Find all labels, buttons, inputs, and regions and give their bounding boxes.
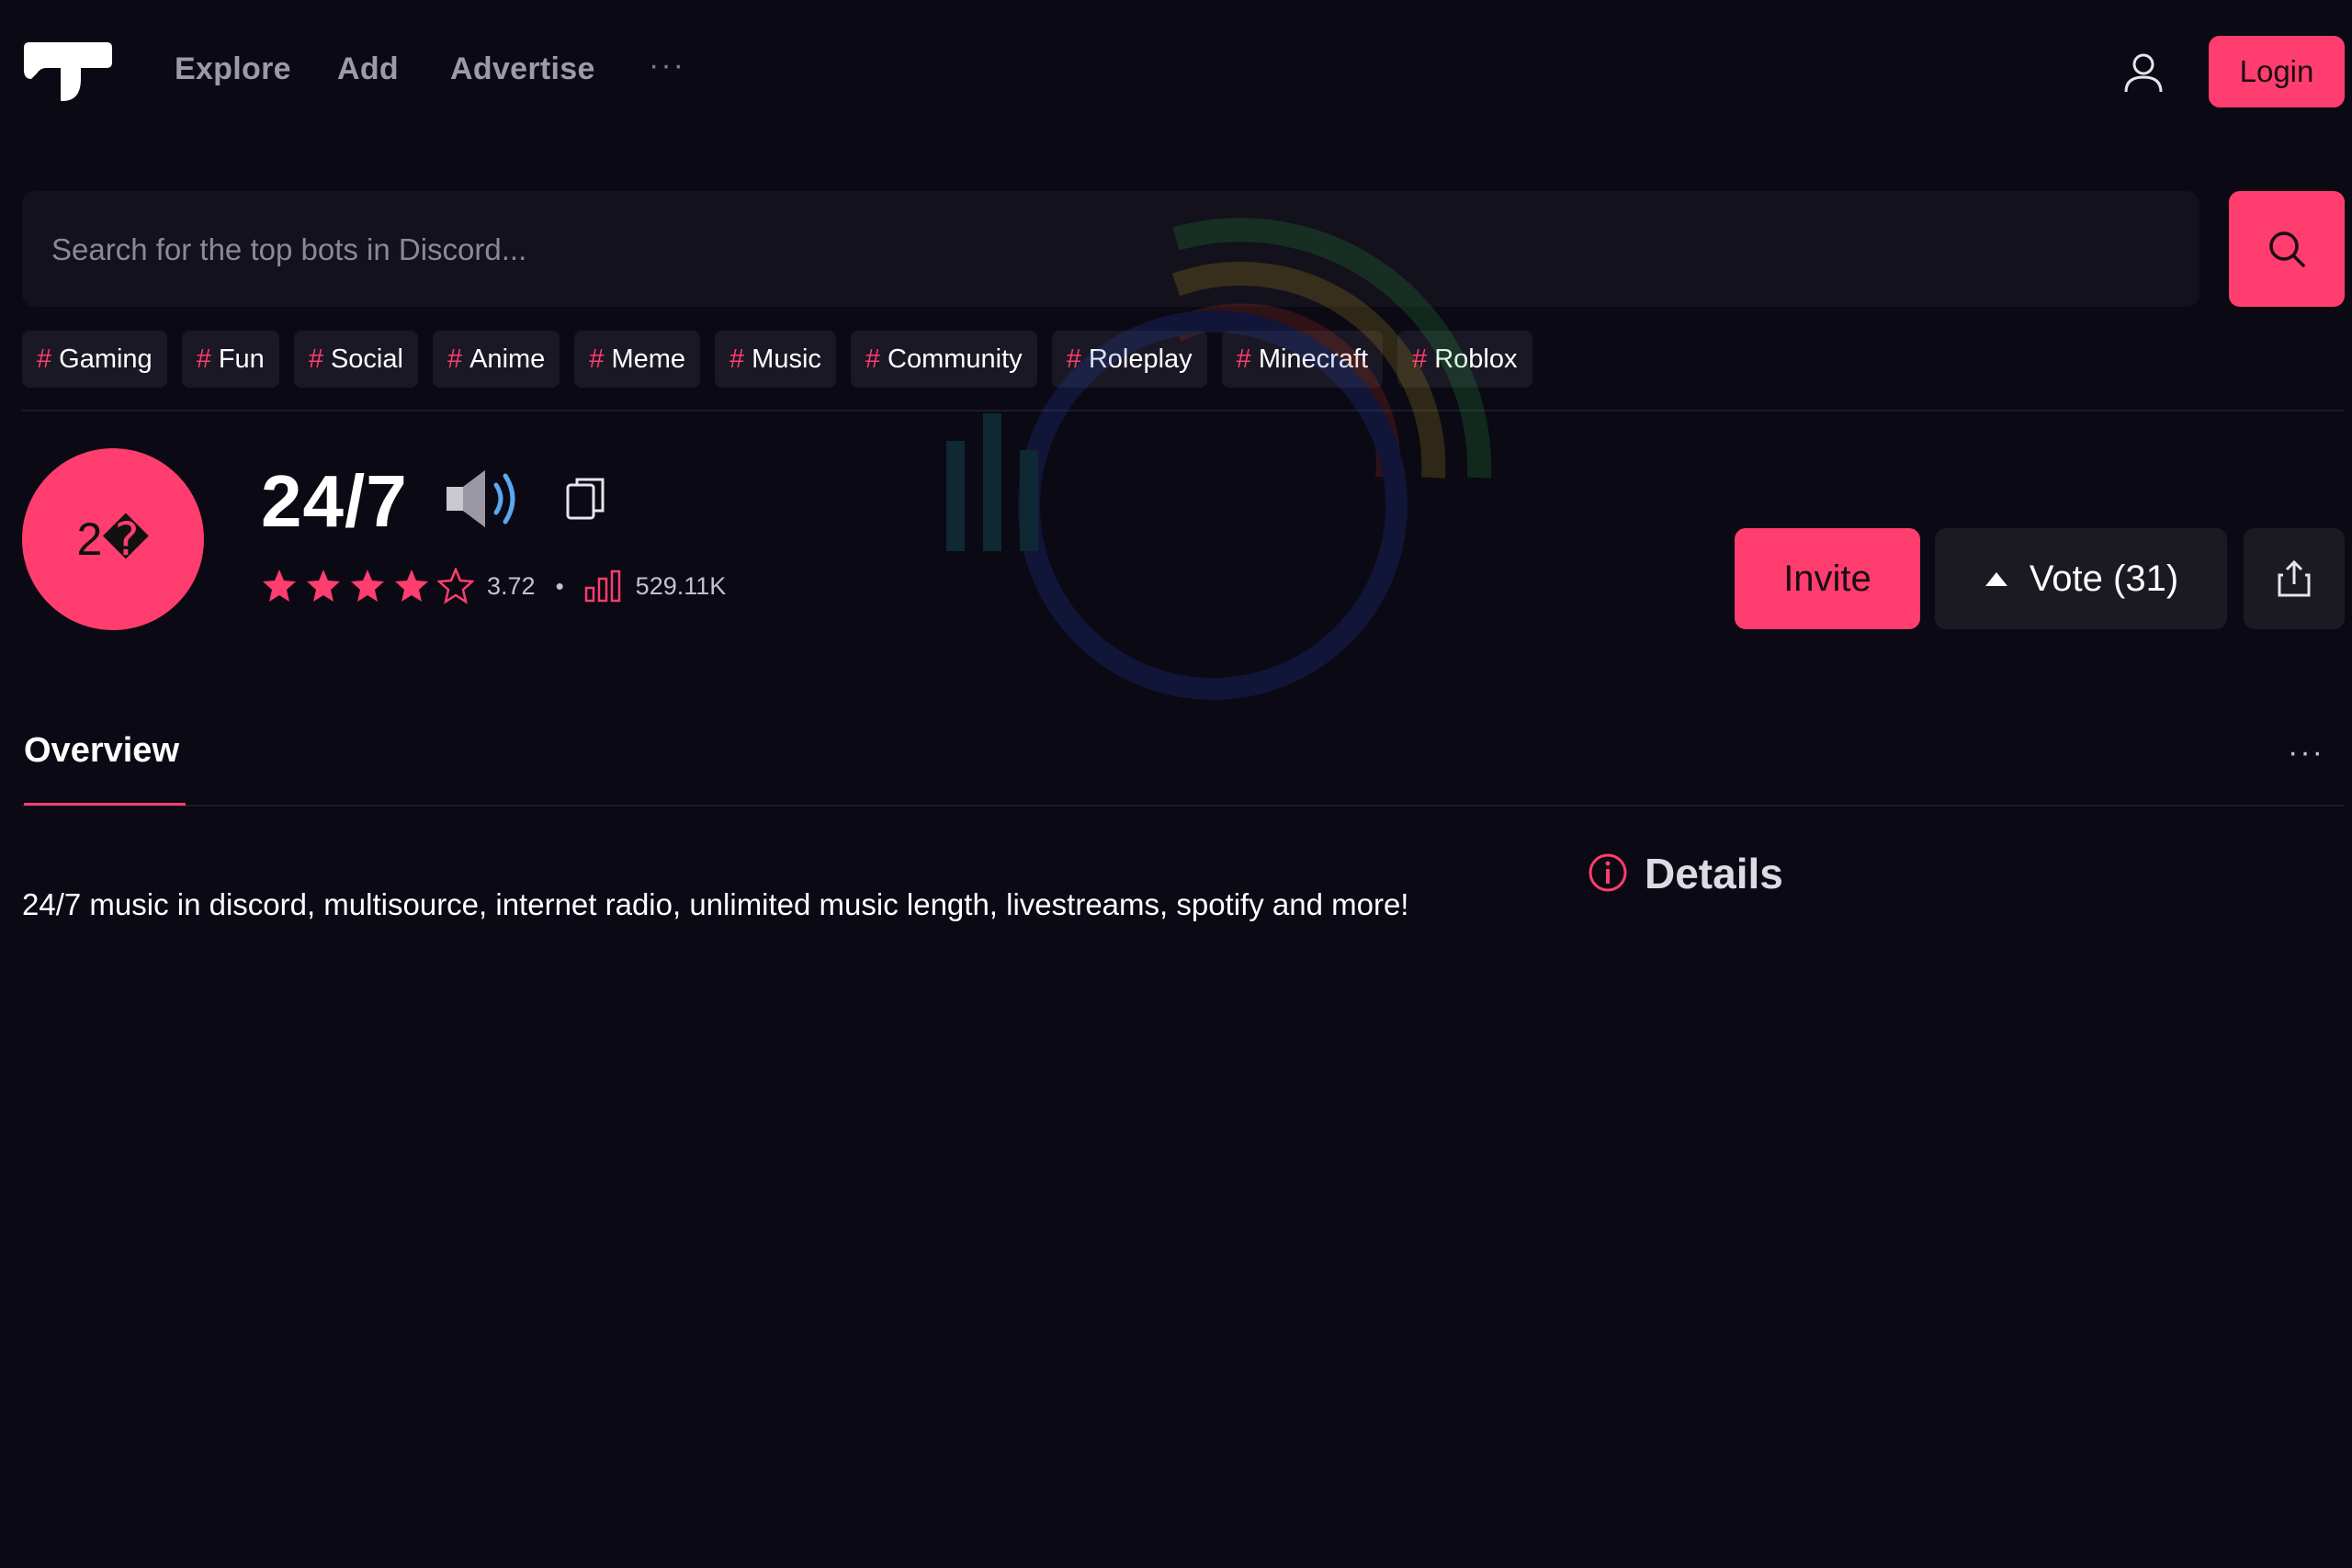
star-icon [263,570,296,602]
login-button[interactable]: Login [2209,36,2345,107]
separator-dot: • [555,571,564,600]
logo-icon[interactable] [24,42,112,101]
bot-avatar: 2� [22,448,204,630]
share-icon [2278,559,2311,597]
details-heading: Details [1645,850,1783,897]
tab-more-menu[interactable]: ··· [2288,735,2324,771]
tag-meme[interactable]: # Meme [574,331,701,388]
hash-icon: # [196,344,211,374]
divider [22,805,2345,807]
star-icon [351,570,384,602]
star-icon [395,570,428,602]
star-icon [307,570,340,602]
nav-add-link[interactable]: Add [337,51,399,87]
hash-icon: # [447,344,463,374]
share-button[interactable] [2244,528,2345,629]
copy-icon[interactable] [564,476,610,522]
tag-label: Music [752,344,821,374]
tab-overview[interactable]: Overview [24,731,179,771]
speaker-icon [447,470,515,527]
hash-icon: # [37,344,52,374]
hash-icon: # [729,344,745,374]
tag-fun[interactable]: # Fun [181,331,279,388]
stats-icon [584,570,620,603]
tag-anime[interactable]: # Anime [432,331,560,388]
bot-description: 24/7 music in discord, multisource, inte… [22,887,1409,921]
vote-label: Vote (31) [2029,558,2179,599]
tag-label: Gaming [59,344,153,374]
user-icon[interactable] [2122,51,2165,94]
rating-value: 3.72 [487,571,536,600]
vote-button[interactable]: Vote (31) [1935,528,2227,629]
star-outline-icon [437,568,474,604]
nav-advertise-link[interactable]: Advertise [450,51,595,87]
hash-icon: # [308,344,323,374]
tag-label: Social [330,344,403,374]
nav-more-menu[interactable]: ··· [649,48,685,84]
active-tab-indicator [24,803,186,806]
tag-gaming[interactable]: # Gaming [22,331,167,388]
top-navbar: Explore Add Advertise ··· Login [0,0,2352,147]
nav-explore-link[interactable]: Explore [175,51,291,87]
background-banner-art [946,218,1492,700]
bot-rating: 3.72 • 529.11K [261,568,726,604]
caret-up-icon [1984,572,2007,586]
bot-title: 24/7 [261,460,408,542]
invite-button[interactable]: Invite [1735,528,1920,629]
search-icon [2269,231,2305,267]
tag-music[interactable]: # Music [715,331,836,388]
server-count: 529.11K [635,571,727,600]
tag-label: Fun [218,344,265,374]
search-button[interactable] [2229,191,2345,307]
tag-label: Meme [611,344,686,374]
info-icon [1589,853,1627,892]
tag-label: Anime [469,344,546,374]
hash-icon: # [589,344,605,374]
tag-social[interactable]: # Social [293,331,418,388]
hash-icon: # [865,344,881,374]
